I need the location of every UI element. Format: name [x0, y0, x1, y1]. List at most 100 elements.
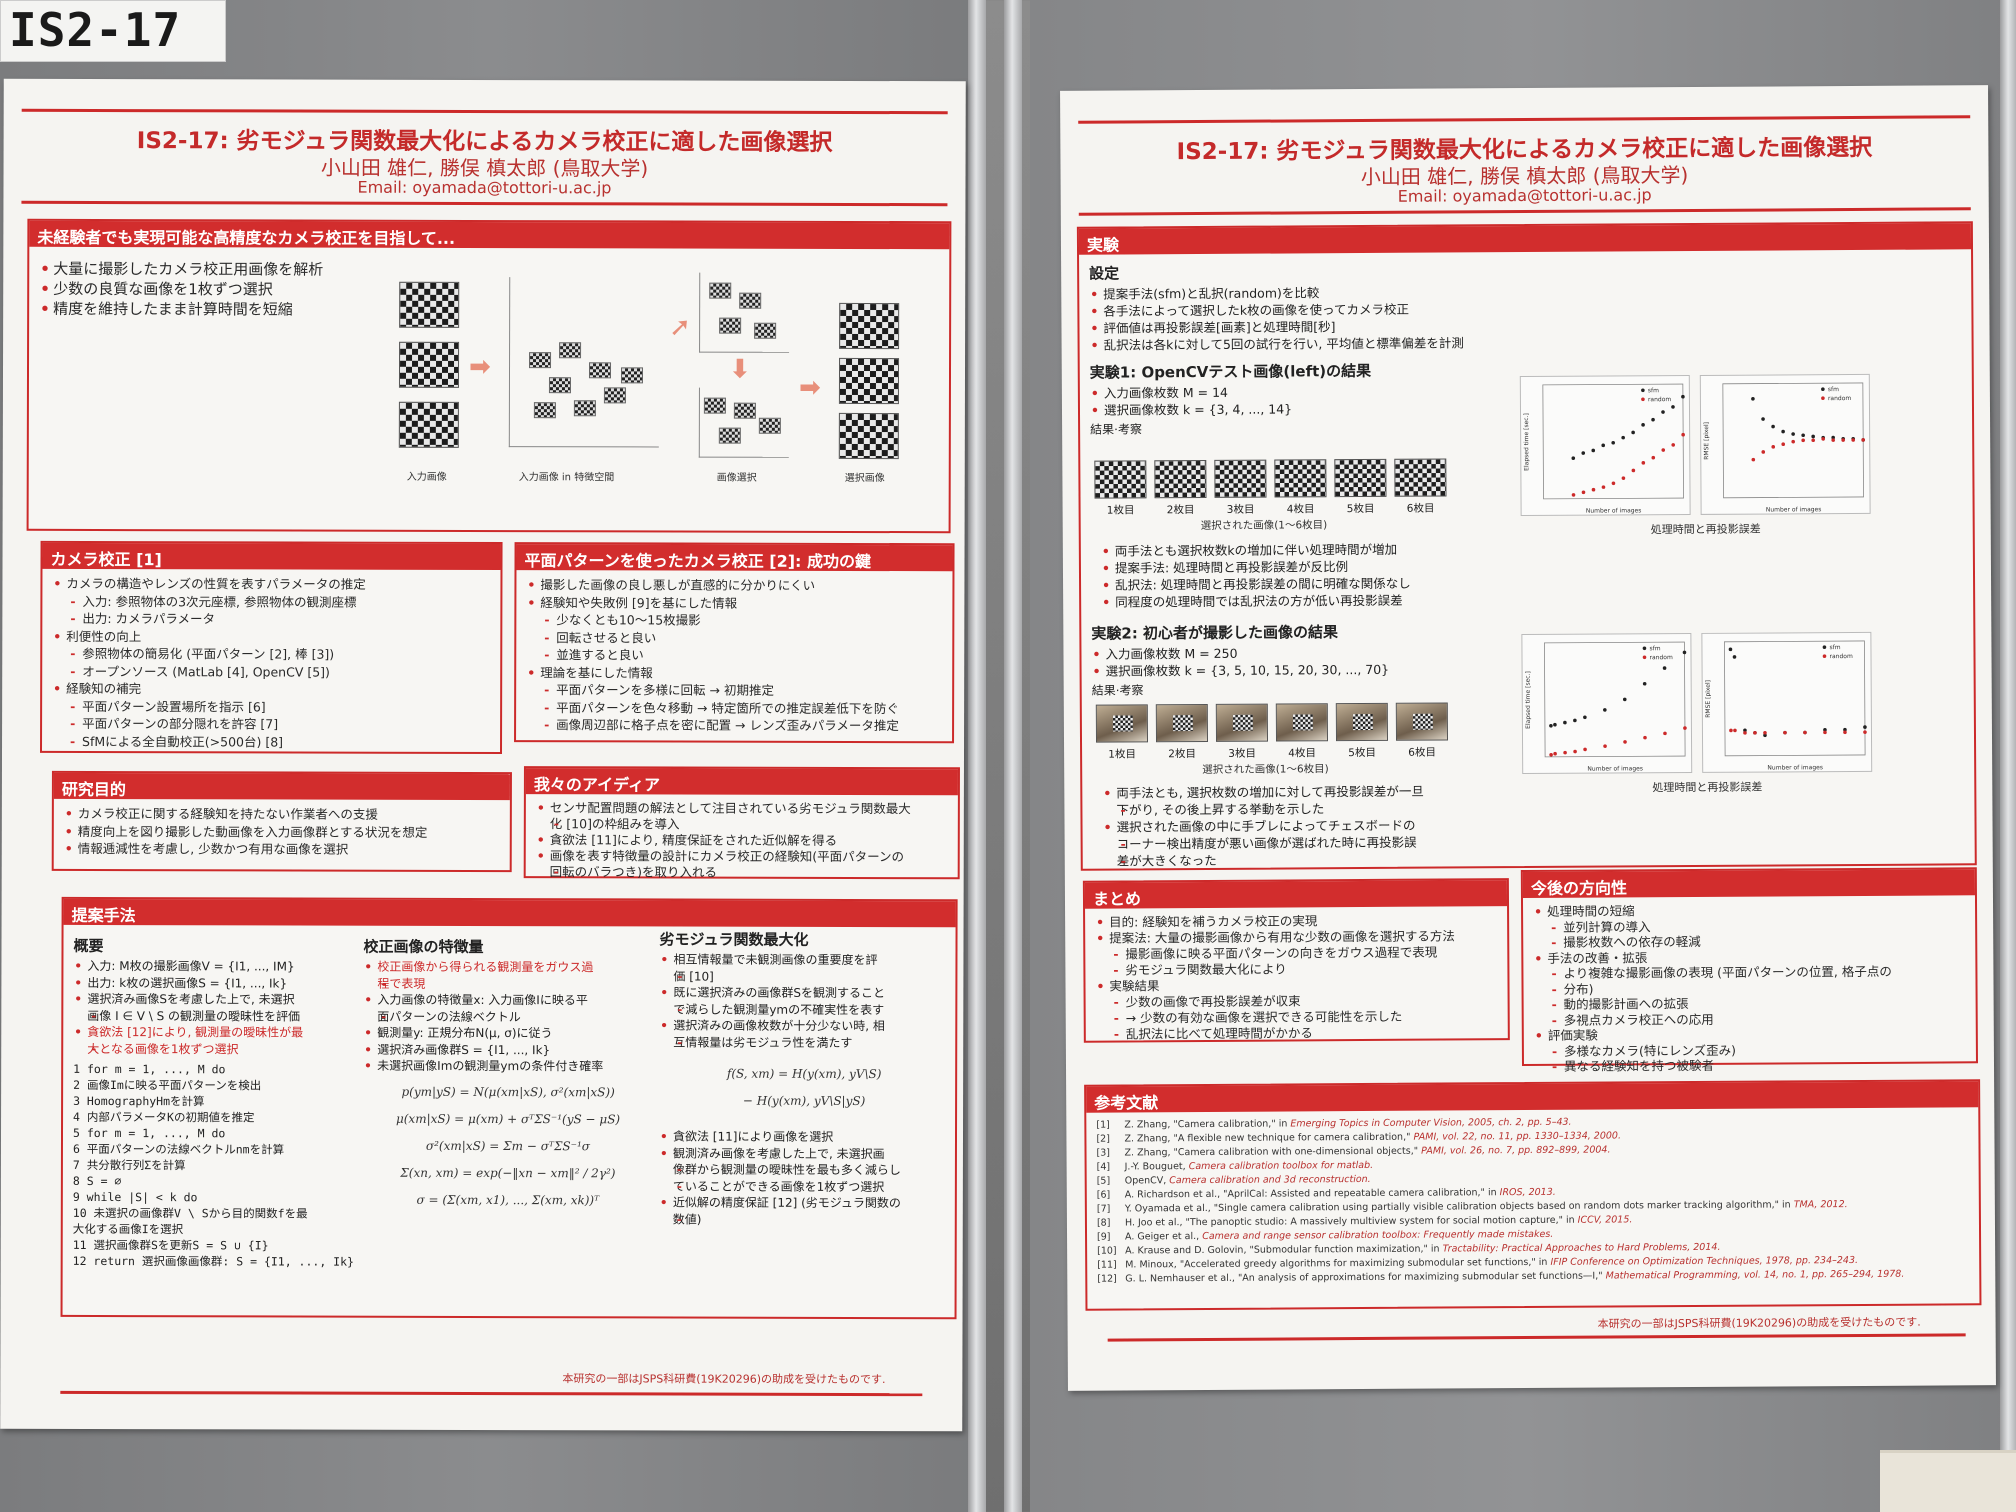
rmse-plot-exp1: sfm random Number of images RMSE [pixel] — [1699, 373, 1871, 515]
plot-caption: 処理時間と再投影誤差 — [1652, 780, 1763, 795]
list-item: 平面パターンの部分隠れを許容 [7] — [52, 715, 490, 734]
reference-details: , 2014. — [1687, 1241, 1721, 1254]
data-point-random — [1671, 443, 1676, 447]
frame-label: 2枚目 — [1168, 748, 1196, 761]
list-item: 利便性の向上 — [52, 627, 490, 646]
data-point-sfm — [1642, 681, 1647, 686]
greedy-list: 貪欲法 [11]により画像を選択 観測済み画像を考慮した上で, 未選択画 像群か… — [659, 1128, 949, 1228]
idea-heading: 我々のアイディア — [525, 768, 958, 796]
submodular-title: 劣モジュラ関数最大化 — [659, 930, 809, 949]
pipeline-figure: ➡ ➚ ⬇ ➡ 入力画像 入力画像 in 特徴空間 画像選択 選択画像 — [398, 272, 940, 523]
legend-marker — [1822, 645, 1827, 649]
title-rule — [1078, 115, 1971, 124]
figure-caption: 入力画像 in 特徴空間 — [518, 472, 615, 484]
legend-label: sfm — [1649, 645, 1660, 652]
arrow-right-icon: ➡ — [468, 351, 491, 383]
result-label: 結果·考察 — [1091, 683, 1144, 698]
legend-marker — [1822, 654, 1827, 658]
future-list: 処理時間の短縮 並列計算の導入 撮影枚数への依存の軽減 手法の改善・拡張 より複… — [1533, 901, 1966, 1074]
feature-point — [733, 402, 756, 419]
list-item: 両手法とも選択枚数kの増加に伴い処理時間が増加 — [1101, 541, 1411, 560]
feature-point — [709, 282, 732, 299]
selected-image-thumb — [838, 412, 899, 460]
list-item: カメラ校正に関する経験知を持たない作業者への支援 — [64, 805, 500, 824]
reference-number: [5] — [1096, 1175, 1111, 1187]
list-item: 回転させると良い — [526, 629, 942, 648]
strip-captions: 1枚目 2枚目 3枚目 4枚目 5枚目 6枚目 — [1096, 744, 1448, 761]
list-item: 近似解の精度保証 [12] (劣モジュラ関数の — [659, 1194, 949, 1211]
reference-authors: A. Geiger et al., — [1125, 1230, 1203, 1243]
data-point-random — [1623, 740, 1627, 744]
feature-point — [559, 342, 582, 359]
x-axis-label: Number of images — [1767, 764, 1823, 771]
captured-photo — [1335, 702, 1389, 742]
data-point-random — [1663, 731, 1667, 736]
list-item: 観測済み画像を考慮した上で, 未選択画 — [659, 1145, 949, 1162]
y-axis-label: Elapsed time [sec.] — [1523, 413, 1530, 471]
experiment2-findings: 両手法とも, 選択枚数の増加に対して再投影誤差が一旦 下がり, その後上昇する挙… — [1102, 783, 1424, 870]
legend-label: sfm — [1828, 386, 1839, 393]
setting-title: 設定 — [1089, 264, 1120, 283]
reference-details: , vol. 22, no. 11, pp. 1330–1334, 2000. — [1436, 1130, 1622, 1143]
data-point-random — [1553, 751, 1557, 756]
frame-label: 3枚目 — [1228, 747, 1256, 760]
data-point-sfm — [1751, 397, 1755, 401]
checkerboard-image — [1094, 460, 1147, 499]
list-item: 貪欲法 [11]により画像を選択 — [659, 1128, 949, 1145]
list-item: 乱択法は各kに対して5回の試行を行い, 平均値と標準偏差を計測 — [1090, 333, 1650, 353]
reference-venue: Mathematical Programming — [1605, 1269, 1738, 1282]
data-point-random — [1801, 438, 1805, 443]
method-section: 提案手法 概要 入力: M枚の撮影画像V = {I1, ..., IM} 出力:… — [60, 896, 958, 1320]
poster-right: IS2-17: 劣モジュラ関数最大化によるカメラ校正に適した画像選択 小山田 雄… — [1060, 85, 1996, 1391]
list-item: センサ配置問題の解法として注目されている劣モジュラ関数最大 — [536, 800, 948, 817]
future-heading: 今後の方向性 — [1522, 869, 1975, 899]
list-item: 選択済みの画像枚数が十分少ない時, 相 — [659, 1017, 949, 1034]
poster-email: Email: oyamada@tottori-u.ac.jp — [357, 177, 612, 198]
data-point-sfm — [1631, 430, 1635, 435]
list-item-continued: 差が大きくなった — [1103, 851, 1425, 870]
legend-marker — [1821, 387, 1825, 391]
list-item-continued: コーナー検出精度が悪い画像が選ばれた時に再投影誤 — [1103, 834, 1425, 853]
list-item: 未選択画像Imの観測量ymの条件付き確率 — [363, 1058, 653, 1075]
list-item: 貪欲法 [12]により, 観測量の曖昧性が最 — [73, 1024, 363, 1041]
formula: μ(xm|xS) = μ(xm) + σᵀΣS⁻¹(yS − μS) — [395, 1111, 621, 1126]
list-item: カメラの構造やレンズの性質を表すパラメータの推定 — [52, 575, 490, 594]
experiment-heading: 実験 — [1078, 223, 1972, 255]
arrow-up-right-icon: ➚ — [669, 312, 691, 343]
data-point-sfm — [1621, 435, 1625, 440]
feature-point — [548, 377, 571, 394]
figure-caption: 入力画像 — [406, 471, 447, 483]
list-item: 撮影した画像の良し悪しが直感的に分かりにくい — [526, 576, 942, 595]
time-plot-exp2: sfm random Number of images Elapsed time [s… — [1521, 633, 1693, 775]
reference-venue: Camera calibration and 3d reconstruction — [1169, 1173, 1368, 1187]
data-point-sfm — [1622, 697, 1627, 702]
y-axis-label: Elapsed time [sec.] — [1525, 671, 1532, 729]
feature-point — [588, 362, 612, 379]
list-item-continued: 数値) — [659, 1211, 949, 1228]
reference-number: [7] — [1096, 1203, 1111, 1215]
input-image-thumb — [398, 341, 460, 388]
list-item-continued: 大となる画像を1枚ずつ選択 — [73, 1040, 363, 1057]
reference-authors: Z. Zhang, "Camera calibration with one-d… — [1124, 1145, 1422, 1159]
arrow-right-icon: ➡ — [798, 372, 821, 403]
data-point-sfm — [1583, 715, 1587, 720]
reference-authors: G. L. Nemhauser et al., "An analysis of … — [1125, 1270, 1606, 1285]
reference-venue: Tractability: Practical Approaches to Ha… — [1442, 1242, 1688, 1255]
title-rule — [21, 108, 948, 115]
reference-details: . — [1550, 1228, 1554, 1240]
acknowledgement: 本研究の一部はJSPS科研費(19K20296)の助成を受けたものです. — [1597, 1315, 1921, 1331]
data-point-random — [1603, 744, 1607, 748]
feature-point — [620, 367, 644, 384]
data-point-sfm — [1732, 655, 1737, 659]
algorithm-line: 4 内部パラメータKの初期値を推定 — [73, 1109, 255, 1125]
data-point-sfm — [1651, 417, 1655, 422]
data-point-random — [1651, 455, 1656, 460]
feature-point — [573, 400, 596, 417]
captured-photo — [1275, 703, 1329, 742]
data-point-random — [1549, 752, 1553, 757]
strip-caption: 選択された画像(1～6枚目) — [1202, 763, 1329, 776]
data-point-sfm — [1603, 708, 1607, 712]
algorithm-line: 1 for m = 1, ..., M do — [73, 1061, 226, 1077]
algorithm-line: 2 画像Imに映る平面パターンを検出 — [73, 1077, 262, 1093]
method-overview-column: 概要 入力: M枚の撮影画像V = {I1, ..., IM} 出力: k枚の選… — [73, 933, 364, 1270]
